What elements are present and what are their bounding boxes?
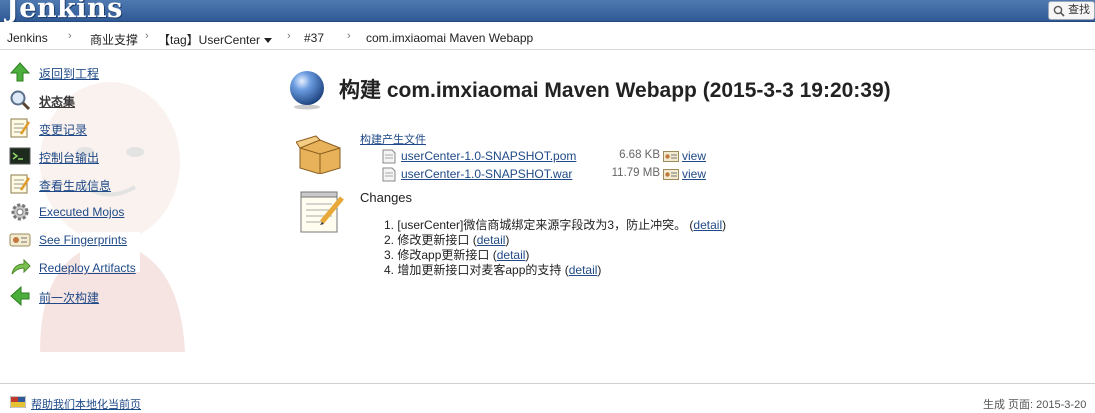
sidebar-item-label: 返回到工程 xyxy=(39,67,100,81)
change-number: 4. xyxy=(384,263,395,277)
artifact-row: userCenter-1.0-SNAPSHOT.pom 6.68 KB view xyxy=(382,148,722,164)
sidebar-item-label: 查看生成信息 xyxy=(39,179,112,193)
breadcrumb-module[interactable]: com.imxiaomai Maven Webapp xyxy=(366,31,533,45)
fingerprint-icon[interactable] xyxy=(663,151,679,162)
changes-heading: Changes xyxy=(360,190,413,205)
sidebar-item-redeploy-artifacts[interactable]: Redeploy Artifacts xyxy=(8,256,238,280)
change-number: 3. xyxy=(384,248,395,262)
artifact-view-link[interactable]: view xyxy=(682,149,706,163)
breadcrumb-separator: › xyxy=(68,30,72,42)
breadcrumb-separator: › xyxy=(145,30,149,42)
notepad-icon xyxy=(10,118,31,138)
breadcrumb: Jenkins › 商业支撑 › 【tag】UserCenter › #37 ›… xyxy=(0,22,1095,50)
file-icon xyxy=(382,167,396,182)
breadcrumb-build[interactable]: #37 xyxy=(304,31,324,45)
breadcrumb-separator: › xyxy=(287,30,291,42)
change-detail-link[interactable]: detail xyxy=(569,263,598,277)
page-generated-timestamp: 生成 页面: 2015-3-20 xyxy=(983,399,1087,411)
page-title: 构建 com.imxiaomai Maven Webapp (2015-3-3 … xyxy=(339,79,891,102)
sidebar-item-status[interactable]: 状态集 xyxy=(8,88,238,112)
change-text: [userCenter]微信商城绑定来源字段改为3，防止冲突。 xyxy=(397,218,687,232)
sidebar-item-changes[interactable]: 变更记录 xyxy=(8,116,238,140)
breadcrumb-jenkins[interactable]: Jenkins xyxy=(7,31,48,45)
fingerprint-icon[interactable] xyxy=(663,169,679,180)
change-number: 2. xyxy=(384,233,395,247)
change-detail-link[interactable]: detail xyxy=(477,233,506,247)
top-header: Jenkins 查找 xyxy=(0,0,1095,24)
sidebar-item-label: 状态集 xyxy=(39,95,76,109)
artifact-size: 6.68 KB xyxy=(619,149,660,161)
notepad-icon xyxy=(10,174,31,194)
package-icon xyxy=(296,135,341,174)
artifact-size: 11.79 MB xyxy=(611,167,660,179)
search-icon xyxy=(1053,5,1065,17)
chevron-down-icon[interactable] xyxy=(264,38,273,43)
breadcrumb-job[interactable]: 【tag】UserCenter xyxy=(158,31,273,48)
artifact-link[interactable]: userCenter-1.0-SNAPSHOT.war xyxy=(401,167,572,181)
change-detail-link[interactable]: detail xyxy=(693,218,722,232)
sidebar-item-executed-mojos[interactable]: Executed Mojos xyxy=(8,200,238,224)
breadcrumb-job-label: 【tag】UserCenter xyxy=(158,33,261,47)
change-text: 修改更新接口 xyxy=(397,233,470,247)
change-detail-link[interactable]: detail xyxy=(497,248,526,262)
jenkins-logo[interactable]: Jenkins xyxy=(6,0,123,24)
artifact-view-link[interactable]: view xyxy=(682,167,706,181)
change-item: 4. 增加更新接口对麦客app的支持 (detail) xyxy=(384,263,602,277)
artifact-row: userCenter-1.0-SNAPSHOT.war 11.79 MB vie… xyxy=(382,166,722,182)
magnifier-icon xyxy=(10,90,31,111)
change-text: 修改app更新接口 xyxy=(397,248,490,262)
sidebar-item-see-fingerprints[interactable]: See Fingerprints xyxy=(8,228,238,252)
redeploy-icon xyxy=(11,258,31,275)
build-status-ball-icon xyxy=(290,71,324,110)
sidebar-item-label: 变更记录 xyxy=(39,123,88,137)
search-box[interactable]: 查找 xyxy=(1048,1,1095,20)
change-text: 增加更新接口对麦客app的支持 xyxy=(397,263,562,277)
localize-help-link[interactable]: 帮助我们本地化当前页 xyxy=(31,396,141,412)
sidebar-item-label: 控制台输出 xyxy=(39,151,100,165)
gear-icon xyxy=(11,203,29,221)
sidebar-item-console-output[interactable]: 控制台输出 xyxy=(8,144,238,168)
search-label: 查找 xyxy=(1068,4,1090,16)
notepad-icon xyxy=(300,191,344,233)
sidebar-item-label: Redeploy Artifacts xyxy=(39,261,136,275)
breadcrumb-business[interactable]: 商业支撑 xyxy=(90,31,138,48)
breadcrumb-separator: › xyxy=(347,30,351,42)
artifact-link[interactable]: userCenter-1.0-SNAPSHOT.pom xyxy=(401,149,576,163)
artifacts-heading-link[interactable]: 构建产生文件 xyxy=(360,131,426,147)
footer: 帮助我们本地化当前页 生成 页面: 2015-3-20 xyxy=(0,383,1095,413)
fingerprint-icon xyxy=(9,233,31,247)
sidebar-item-back-to-project[interactable]: 返回到工程 xyxy=(8,60,238,84)
flag-icon xyxy=(10,396,26,408)
sidebar-item-previous-build[interactable]: 前一次构建 xyxy=(8,284,238,308)
sidebar-item-build-info[interactable]: 查看生成信息 xyxy=(8,172,238,196)
terminal-icon xyxy=(9,147,31,165)
sidebar-item-label: See Fingerprints xyxy=(39,233,128,247)
file-icon xyxy=(382,149,396,164)
change-number: 1. xyxy=(384,218,395,232)
left-arrow-icon xyxy=(10,285,30,307)
sidebar-item-label: Executed Mojos xyxy=(39,205,125,219)
sidebar-item-label: 前一次构建 xyxy=(39,291,100,305)
up-arrow-icon xyxy=(9,62,31,82)
